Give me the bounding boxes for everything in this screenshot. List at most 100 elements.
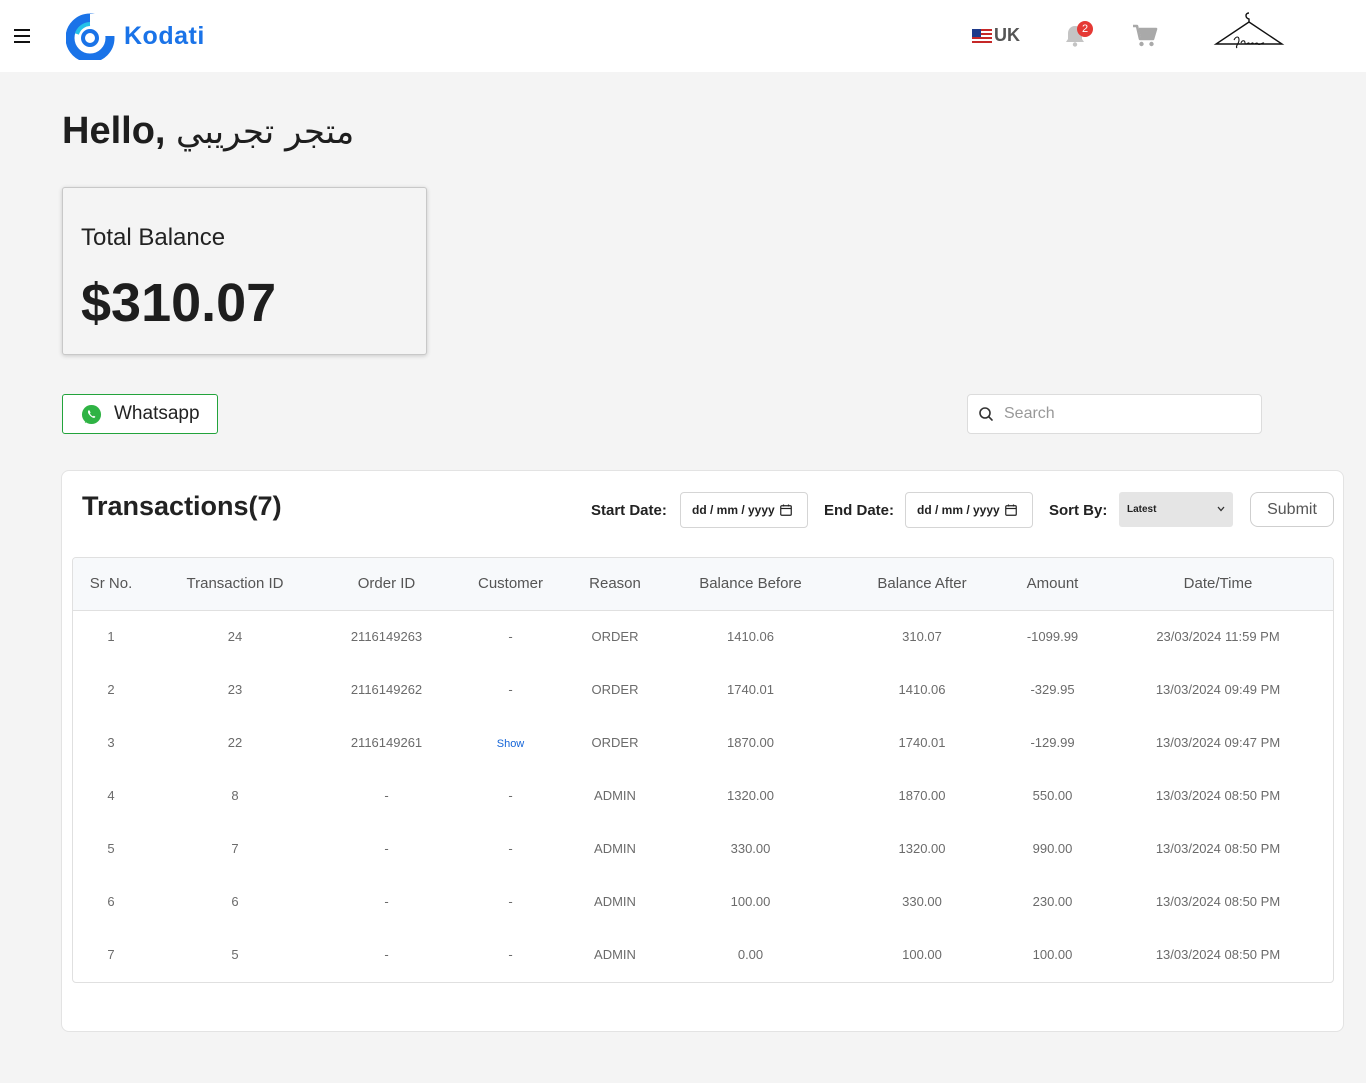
column-header: Sr No. [89,575,133,593]
table-row: 5 7 - - ADMIN 330.00 1320.00 990.00 13/03/2024 0… [73,822,1333,875]
table-cell: -129.99 [1030,735,1075,750]
table-cell: ADMIN [594,788,636,803]
table-cell: 1410.06 [727,629,774,645]
page-greeting: Hello, متجر تجريبي [62,110,354,153]
cart-icon[interactable] [1132,24,1158,48]
calendar-icon [1004,504,1017,516]
start-date-label: Start Date: [591,502,667,519]
table-cell: 1320.00 [898,841,946,856]
end-date-label: End Date: [824,502,895,519]
table-cell: - [508,841,513,856]
balance-card: Total Balance $310.07 [62,187,427,355]
show-customer-link[interactable]: Show [497,738,525,750]
end-date-value: dd / mm / yyyy [917,503,1000,517]
store-name: متجر تجريبي [176,112,355,152]
start-date-value: dd / mm / yyyy [692,503,775,517]
top-navbar: Kodati UK 2 [0,0,1366,72]
table-cell: 13/03/2024 08:50 PM [1155,788,1281,803]
table-cell: - [384,894,389,909]
table-cell: ADMIN [594,947,636,962]
table-cell: 1740.01 [898,735,946,750]
notification-badge: 2 [1077,21,1093,37]
fashion-store-logo[interactable] [1212,10,1286,54]
table-cell: 2116149261 [350,735,423,750]
column-header: Customer [477,575,544,593]
table-cell: 100.00 [730,894,771,909]
end-date-input[interactable]: dd / mm / yyyy [905,492,1033,528]
table-cell: 13/03/2024 09:49 PM [1155,682,1281,697]
table-cell: ORDER [591,629,639,645]
table-cell: ORDER [591,682,639,697]
table-cell: 13/03/2024 09:47 PM [1155,735,1281,750]
search-box [967,394,1262,434]
table-cell: 6 [231,894,239,909]
table-cell: 7 [231,841,239,856]
table-cell: - [508,788,513,803]
table-cell: 1870.00 [898,788,946,803]
table-cell: 7 [107,947,115,962]
whatsapp-icon [81,404,102,424]
table-cell: 13/03/2024 08:50 PM [1155,841,1281,856]
table-cell: 1870.00 [727,735,774,750]
table-cell: - [508,682,513,697]
sort-by-label: Sort By: [1049,502,1108,519]
kodati-logo-icon [66,13,116,60]
table-cell: 13/03/2024 08:50 PM [1155,947,1281,962]
brand-logo[interactable]: Kodati [66,12,205,60]
table-cell: 1410.06 [898,682,946,697]
language-selector[interactable]: UK [972,25,1020,46]
greeting-prefix: Hello, [62,110,166,152]
table-cell: 100.00 [1032,947,1073,962]
table-cell: 310.07 [902,629,942,645]
table-cell: 2 [107,682,115,697]
calendar-icon [779,504,792,516]
table-cell: 3 [107,735,115,750]
table-cell: 2116149263 [350,629,423,645]
table-cell: 230.00 [1032,894,1073,909]
table-cell: 100.00 [902,947,942,962]
balance-label: Total Balance [81,224,226,251]
table-cell: -1099.99 [1026,629,1079,645]
table-cell: - [508,629,513,645]
sort-by-value: Latest [1127,504,1157,515]
table-row: 1 24 2116149263 - ORDER 1410.06 310.07 -1099.99… [73,610,1333,663]
table-cell: - [508,894,513,909]
table-cell: 990.00 [1032,841,1073,856]
sort-by-select[interactable]: Latest [1119,492,1233,527]
table-cell: - [384,841,389,856]
table-cell: 1320.00 [727,788,774,803]
table-cell: 4 [107,788,115,803]
column-header: Balance After [877,575,967,593]
table-row: 2 23 2116149262 - ORDER 1740.01 1410.06 -329.95… [73,663,1333,716]
column-header: Reason [589,575,641,593]
table-cell: 2116149262 [350,682,423,697]
start-date-input[interactable]: dd / mm / yyyy [680,492,808,528]
menu-icon[interactable] [14,29,30,43]
balance-value: $310.07 [81,273,277,333]
table-cell: 0.00 [737,947,764,962]
table-cell: 8 [231,788,239,803]
column-header: Balance Before [699,575,802,593]
whatsapp-button[interactable]: Whatsapp [62,394,218,434]
brand-name: Kodati [124,21,205,50]
table-cell: 1 [107,629,115,645]
table-row: 3 22 2116149261 Show ORDER 1870.00 1740.01 -129… [73,716,1333,769]
chevron-down-icon [1217,506,1225,512]
us-flag-icon [972,28,992,43]
search-input[interactable] [1004,405,1244,423]
transactions-panel: Transactions(7) Start Date: dd / mm / yy… [61,470,1344,1032]
table-row: 6 6 - - ADMIN 100.00 330.00 230.00 13/03/2024 08… [73,875,1333,928]
table-cell: -329.95 [1030,682,1075,697]
transactions-table: Sr No. Transaction ID Order ID Customer Reas… [72,557,1334,983]
column-header: Order ID [357,575,416,593]
column-header: Transaction ID [186,575,284,593]
table-cell: 23/03/2024 11:59 PM [1156,629,1280,645]
table-header-row: Sr No. Transaction ID Order ID Customer Reas… [73,558,1333,610]
table-cell: 5 [107,841,115,856]
submit-button[interactable]: Submit [1250,492,1334,527]
whatsapp-label: Whatsapp [114,403,200,424]
table-cell: 1740.01 [727,682,774,697]
table-row: 7 5 - - ADMIN 0.00 100.00 100.00 13/03/2024 08:5… [73,928,1333,981]
table-cell: 24 [227,629,243,645]
table-cell: 5 [231,947,239,962]
